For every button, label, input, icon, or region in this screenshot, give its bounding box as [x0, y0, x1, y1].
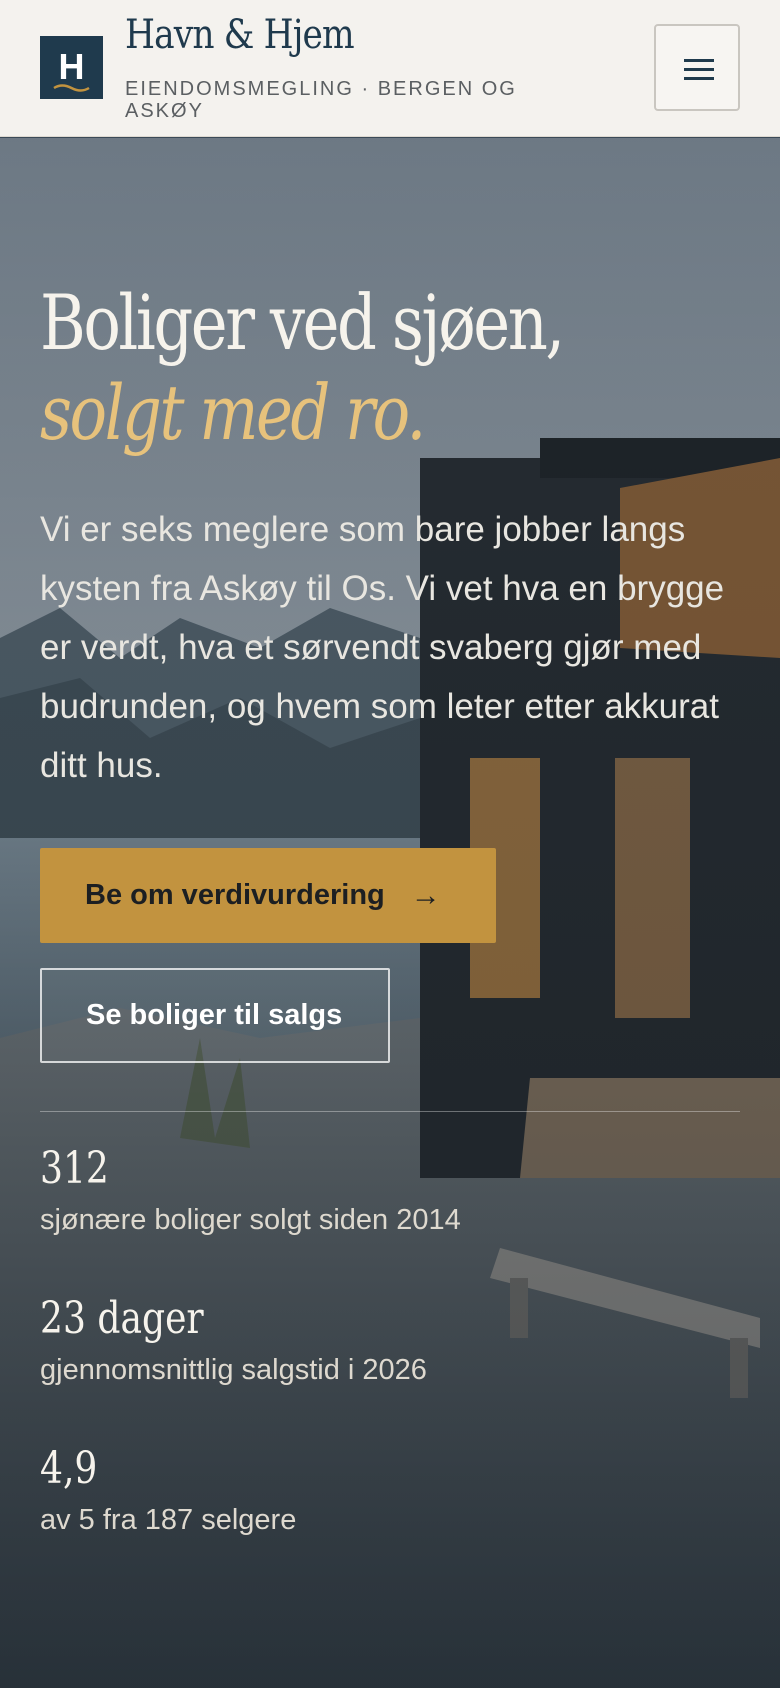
stats-divider: [40, 1111, 740, 1112]
browse-listings-label: Se boliger til salgs: [86, 999, 343, 1031]
stat-label: av 5 fra 187 selgere: [40, 1504, 297, 1536]
stat-value: 23 dager: [40, 1293, 204, 1344]
site-header: H Havn & Hjem EIENDOMSMEGLING · BERGEN O…: [0, 0, 780, 137]
arrow-right-icon: →: [410, 878, 441, 912]
stat-value: 4,9: [40, 1443, 98, 1494]
request-valuation-button[interactable]: Be om verdivurdering →: [40, 848, 496, 943]
logo-icon[interactable]: H: [40, 36, 103, 99]
hero-intro: Vi er seks meglere som bare jobber langs…: [40, 510, 725, 785]
request-valuation-label: Be om verdivurdering: [85, 879, 385, 911]
menu-icon: [684, 59, 714, 62]
brand-tagline: EIENDOMSMEGLING · BERGEN OG ASKØY: [125, 78, 517, 122]
hero-section: Boliger ved sjøen, solgt med ro. Vi er s…: [0, 138, 780, 1688]
svg-text:H: H: [59, 46, 85, 87]
stat-label: sjønære boliger solgt siden 2014: [40, 1204, 461, 1236]
stat-label: gjennomsnittlig salgstid i 2026: [40, 1354, 427, 1386]
menu-button[interactable]: [654, 24, 740, 111]
hero-headline-accent: solgt med ro.: [40, 368, 426, 457]
brand-name[interactable]: Havn & Hjem: [125, 12, 355, 58]
stat-value: 312: [40, 1143, 109, 1194]
hero-headline: Boliger ved sjøen,: [40, 278, 565, 367]
browse-listings-button[interactable]: Se boliger til salgs: [40, 968, 390, 1063]
